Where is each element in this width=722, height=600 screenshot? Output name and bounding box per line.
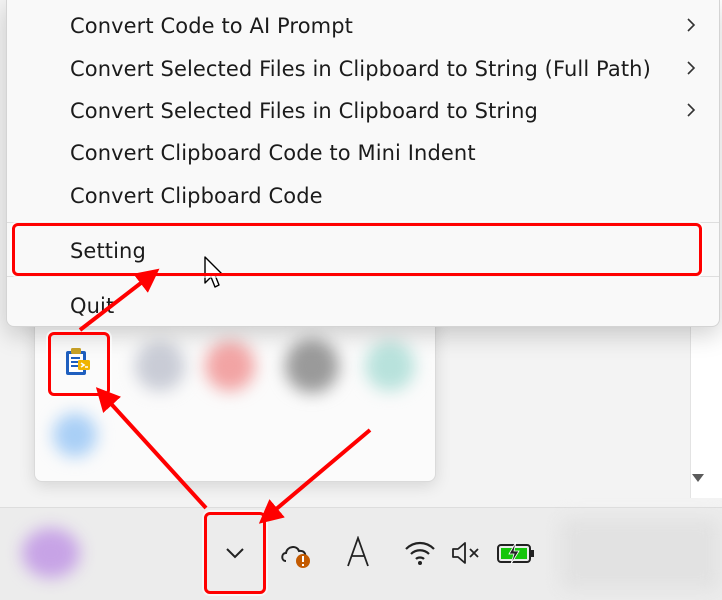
speaker-muted-icon (452, 542, 479, 564)
input-method-button[interactable] (338, 530, 378, 574)
menu-item-label: Convert Clipboard Code to Mini Indent (70, 141, 476, 165)
input-method-a-icon (347, 536, 369, 567)
onedrive-warning-icon (281, 546, 310, 568)
menu-item-convert-files-full-path[interactable]: Convert Selected Files in Clipboard to S… (7, 48, 719, 90)
menu-item-convert-files-to-string[interactable]: Convert Selected Files in Clipboard to S… (7, 90, 719, 132)
menu-item-convert-code-to-ai-prompt[interactable]: Convert Code to AI Prompt (7, 5, 719, 47)
blurred-tray-icon (53, 413, 97, 457)
battery-charging-icon (497, 541, 534, 565)
taskbar (0, 507, 722, 600)
volume-button[interactable] (448, 536, 484, 570)
blurred-tray-icon (135, 341, 185, 391)
menu-item-quit[interactable]: Quit (7, 285, 719, 327)
menu-item-label: Convert Selected Files in Clipboard to S… (70, 57, 651, 81)
menu-item-label: Convert Selected Files in Clipboard to S… (70, 99, 538, 123)
chevron-right-icon (687, 61, 696, 75)
menu-item-convert-to-mini-indent[interactable]: Convert Clipboard Code to Mini Indent (7, 132, 719, 174)
menu-divider (7, 276, 719, 277)
onedrive-tray-button[interactable] (276, 533, 316, 573)
tray-context-menu: Convert Code to AI Prompt Convert Select… (6, 0, 720, 327)
menu-item-label: Convert Code to AI Prompt (70, 14, 353, 38)
blurred-tray-icon (285, 339, 339, 393)
menu-item-convert-clipboard-code[interactable]: Convert Clipboard Code (7, 175, 719, 217)
chevron-right-icon (687, 18, 696, 32)
blurred-clock-area (560, 518, 720, 590)
battery-button[interactable] (494, 536, 538, 570)
wifi-icon (405, 541, 435, 565)
blurred-tray-icon (205, 341, 255, 391)
highlight-box-setting (12, 223, 702, 276)
highlight-box-show-hidden-icons (204, 512, 266, 594)
blurred-taskbar-widget (22, 528, 80, 578)
menu-item-label: Convert Clipboard Code (70, 184, 323, 208)
menu-item-label: Quit (70, 294, 115, 318)
chevron-right-icon (687, 103, 696, 117)
scroll-down-arrow-icon[interactable] (692, 474, 704, 482)
highlight-box-app-icon (48, 332, 110, 396)
wifi-button[interactable] (402, 536, 438, 570)
blurred-tray-icon (365, 341, 415, 391)
